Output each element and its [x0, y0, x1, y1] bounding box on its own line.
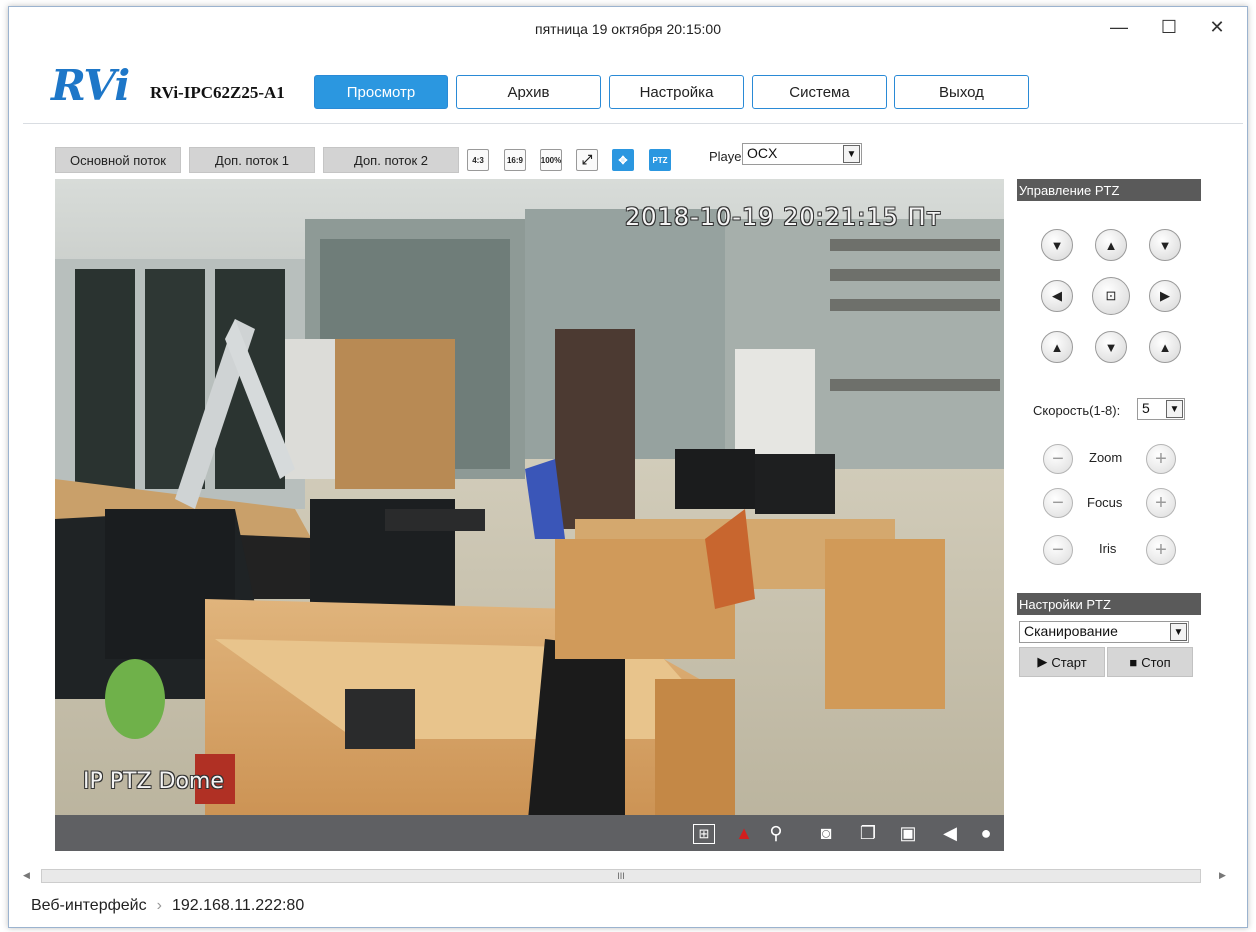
chevron-down-icon: ▼: [1170, 623, 1187, 641]
start-label: Старт: [1051, 654, 1087, 670]
ptz-left-button[interactable]: ◀: [1041, 280, 1073, 312]
focus-label: Focus: [1087, 495, 1123, 510]
ptz-mode-value: Сканирование: [1024, 623, 1118, 639]
ptz-up-left-button[interactable]: ▼: [1041, 229, 1073, 261]
ptz-up-button[interactable]: ▲: [1095, 229, 1127, 261]
rvi-logo: RVi: [51, 61, 130, 110]
multi-window-icon[interactable]: ❐: [855, 821, 881, 845]
nav-view-button[interactable]: Просмотр: [314, 75, 448, 109]
close-button[interactable]: ✕: [1197, 13, 1237, 41]
status-bar: Веб-интерфейс › 192.168.11.222:80: [23, 891, 1243, 921]
app-header: RVi RVi-IPC62Z25-A1 Просмотр Архив Настр…: [23, 53, 1243, 124]
start-button[interactable]: ▶ Старт: [1019, 647, 1105, 677]
ptz-down-left-button[interactable]: ▲: [1041, 331, 1073, 363]
view-toolbar: Основной поток Доп. поток 1 Доп. поток 2…: [9, 143, 1247, 177]
browser-window: пятница 19 октября 20:15:00 — ☐ ✕ RVi RV…: [8, 6, 1248, 928]
osd-timestamp: 2018-10-19 20:21:15 Пт: [625, 203, 942, 231]
osd-camera-name: IP PTZ Dome: [83, 769, 224, 794]
ratio-4-3-button[interactable]: 4:3: [467, 149, 489, 171]
alarm-light-icon[interactable]: ▲: [731, 821, 757, 845]
sub-stream-1-button[interactable]: Доп. поток 1: [189, 147, 315, 173]
zoom-in-button[interactable]: +: [1146, 444, 1176, 474]
stop-button[interactable]: ■ Стоп: [1107, 647, 1193, 677]
nav-settings-button[interactable]: Настройка: [609, 75, 744, 109]
video-view[interactable]: 2018-10-19 20:21:15 Пт IP PTZ Dome: [55, 179, 1004, 851]
ptz-control-header: Управление PTZ: [1017, 179, 1201, 201]
microphone-icon[interactable]: ●: [973, 821, 999, 845]
breadcrumb-separator: ›: [156, 897, 162, 914]
speed-label: Скорость(1-8):: [1033, 403, 1121, 418]
record-video-icon[interactable]: ▣: [895, 821, 921, 845]
focus-near-button[interactable]: −: [1043, 488, 1073, 518]
iris-open-button[interactable]: +: [1146, 535, 1176, 565]
ptz-down-right-button[interactable]: ▲: [1149, 331, 1181, 363]
sub-stream-2-button[interactable]: Доп. поток 2: [323, 147, 459, 173]
search-icon[interactable]: ⚲: [763, 821, 789, 845]
camera-frame-image: [55, 179, 1004, 851]
ptz-up-right-button[interactable]: ▼: [1149, 229, 1181, 261]
window-title: пятница 19 октября 20:15:00: [535, 21, 721, 37]
focus-far-button[interactable]: +: [1146, 488, 1176, 518]
nav-archive-button[interactable]: Архив: [456, 75, 601, 109]
ptz-right-button[interactable]: ▶: [1149, 280, 1181, 312]
ratio-100-button[interactable]: 100%: [540, 149, 562, 171]
minimize-button[interactable]: —: [1099, 13, 1139, 41]
scroll-right-icon[interactable]: ▶: [1219, 870, 1233, 881]
speed-select-value: 5: [1142, 400, 1150, 416]
stop-icon: ■: [1129, 654, 1138, 670]
zoom-label: Zoom: [1089, 450, 1123, 465]
scroll-left-icon[interactable]: ◀: [23, 870, 37, 881]
maximize-button[interactable]: ☐: [1149, 13, 1189, 41]
ptz-down-button[interactable]: ▼: [1095, 331, 1127, 363]
zoom-out-button[interactable]: −: [1043, 444, 1073, 474]
video-control-bar: ⊞ ▲ ⚲ ◙ ❐ ▣ ◀ ●: [55, 815, 1004, 851]
fullscreen-icon[interactable]: ⤢: [576, 149, 598, 171]
iris-close-button[interactable]: −: [1043, 535, 1073, 565]
iris-label: Iris: [1099, 541, 1117, 556]
breadcrumb-web-interface[interactable]: Веб-интерфейс: [31, 897, 147, 915]
nav-system-button[interactable]: Система: [752, 75, 887, 109]
chevron-down-icon: ▼: [1166, 400, 1183, 418]
main-stream-button[interactable]: Основной поток: [55, 147, 181, 173]
player-label: Player: [709, 149, 746, 164]
ptz-mode-select[interactable]: Сканирование ▼: [1019, 621, 1189, 643]
device-model: RVi-IPC62Z25-A1: [150, 83, 285, 102]
ptz-settings-header: Настройки PTZ: [1017, 593, 1201, 615]
snapshot-camera-icon[interactable]: ◙: [813, 821, 839, 845]
horizontal-scrollbar[interactable]: ◀ III ▶: [23, 867, 1233, 885]
speed-select[interactable]: 5 ▼: [1137, 398, 1185, 420]
region-zoom-icon[interactable]: ⊞: [693, 824, 715, 844]
digital-zoom-icon[interactable]: ✥: [612, 149, 634, 171]
scroll-thumb[interactable]: III: [41, 869, 1201, 883]
stop-label: Стоп: [1141, 654, 1171, 670]
ptz-toggle-button[interactable]: PTZ: [649, 149, 671, 171]
play-icon: ▶: [1037, 654, 1048, 669]
chevron-down-icon: ▼: [843, 145, 860, 163]
ratio-16-9-button[interactable]: 16:9: [504, 149, 526, 171]
ptz-auto-scan-icon[interactable]: ⊡: [1092, 277, 1130, 315]
player-select[interactable]: OCX ▼: [742, 143, 862, 165]
title-bar: пятница 19 октября 20:15:00 — ☐ ✕: [9, 7, 1247, 51]
speaker-icon[interactable]: ◀: [937, 821, 963, 845]
player-select-value: OCX: [747, 145, 778, 161]
nav-logout-button[interactable]: Выход: [894, 75, 1029, 109]
address-text: 192.168.11.222:80: [171, 897, 305, 914]
